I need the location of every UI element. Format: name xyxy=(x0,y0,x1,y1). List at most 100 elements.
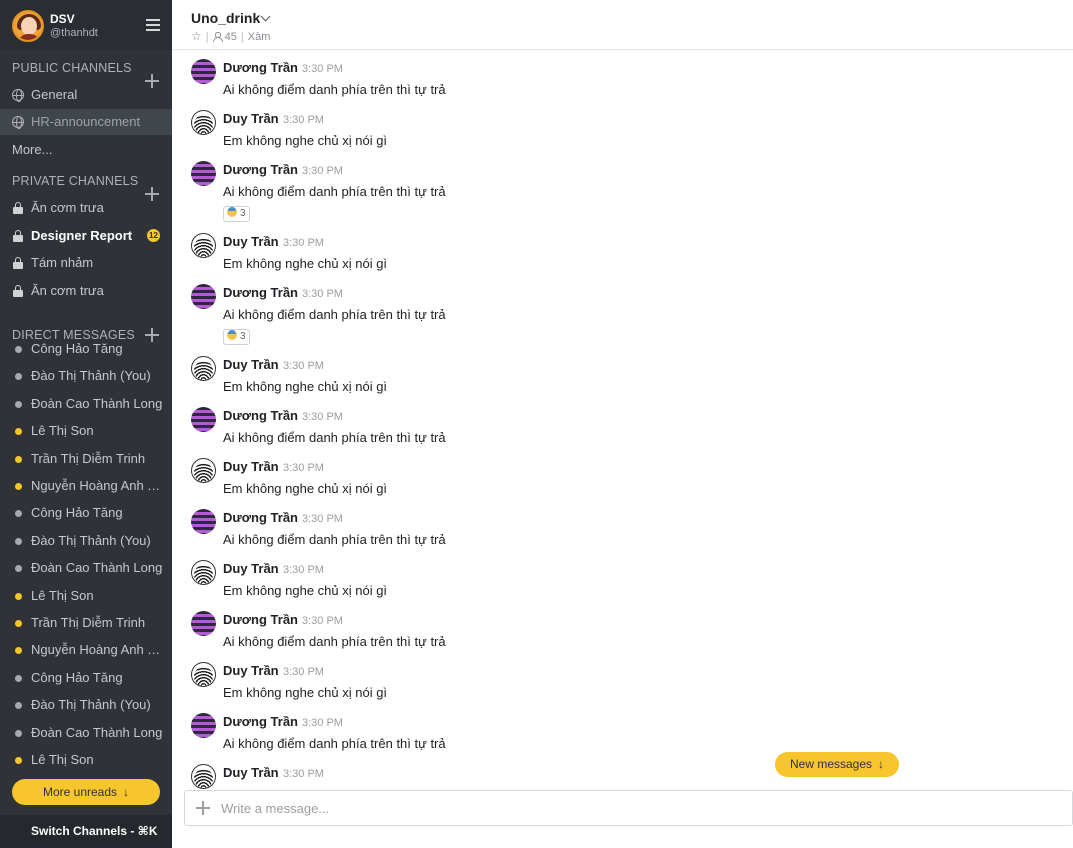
message-text: Ai không điểm danh phía trên thì tự trả xyxy=(223,634,446,649)
avatar[interactable] xyxy=(12,10,44,42)
sidebar-item-label: Trần Thị Diễm Trinh xyxy=(31,615,146,630)
sidebar-item-dm[interactable]: Công Hảo Tăng xyxy=(0,336,172,362)
user-avatar[interactable] xyxy=(191,110,216,135)
message-time[interactable]: 3:30 PM xyxy=(302,411,343,423)
sidebar-item-general[interactable]: General xyxy=(0,82,172,108)
sidebar-item-hr-announcement[interactable]: HR-announcement xyxy=(0,109,172,135)
message-author[interactable]: Dương Trần xyxy=(223,285,298,300)
message-time[interactable]: 3:30 PM xyxy=(302,63,343,75)
sidebar-item-dm[interactable]: Trần Thị Diễm Trinh xyxy=(0,610,172,636)
message-time[interactable]: 3:30 PM xyxy=(283,462,324,474)
message-time[interactable]: 3:30 PM xyxy=(283,768,324,780)
sidebar-item-dm[interactable]: Đoàn Cao Thành Long xyxy=(0,720,172,746)
sidebar-item-dm[interactable]: Công Hảo Tăng xyxy=(0,500,172,526)
user-avatar[interactable] xyxy=(191,161,216,186)
sidebar-item-dm[interactable]: Đào Thị Thảnh (You) xyxy=(0,363,172,389)
new-messages-button[interactable]: New messages ↓ xyxy=(775,752,899,777)
sidebar-item-dm[interactable]: Đào Thị Thảnh (You) xyxy=(0,528,172,554)
message-author[interactable]: Duy Trần xyxy=(223,234,279,249)
user-avatar[interactable] xyxy=(191,713,216,738)
sidebar-item-dm[interactable]: Nguyễn Hoàng Anh T... xyxy=(0,473,172,499)
globe-icon xyxy=(12,89,24,102)
channel-name[interactable]: Uno_drink xyxy=(191,10,260,26)
message-input[interactable] xyxy=(221,798,1061,818)
message-author[interactable]: Dương Trần xyxy=(223,408,298,423)
star-icon[interactable]: ☆ xyxy=(191,29,202,43)
sidebar-header: DSV @thanhdt xyxy=(0,0,172,50)
sidebar-item-dm[interactable]: Công Hảo Tăng xyxy=(0,665,172,691)
sidebar-item-private[interactable]: Ăn cơm trưa xyxy=(0,278,172,304)
message-author[interactable]: Duy Trần xyxy=(223,663,279,678)
message-time[interactable]: 3:30 PM xyxy=(302,165,343,177)
member-icon[interactable] xyxy=(212,32,223,42)
message-author[interactable]: Dương Trần xyxy=(223,612,298,627)
message-text: Em không nghe chủ xị nói gì xyxy=(223,685,388,700)
user-avatar[interactable] xyxy=(191,233,216,258)
message-time[interactable]: 3:30 PM xyxy=(283,666,324,678)
message-time[interactable]: 3:30 PM xyxy=(302,615,343,627)
message-composer xyxy=(184,790,1073,826)
more-unreads-button[interactable]: More unreads ↓ xyxy=(12,779,160,805)
sidebar-item-designer-report[interactable]: Designer Report 12 xyxy=(0,223,172,249)
sidebar-item-private[interactable]: Tám nhảm xyxy=(0,250,172,276)
message-author[interactable]: Dương Trần xyxy=(223,714,298,729)
more-channels-link[interactable]: More... xyxy=(0,137,172,163)
sidebar-item-dm[interactable]: Đoàn Cao Thành Long xyxy=(0,391,172,417)
sidebar-item-dm[interactable]: Đào Thị Thảnh (You) xyxy=(0,692,172,718)
sidebar-item-dm[interactable]: Lê Thị Son xyxy=(0,747,172,773)
reaction-button[interactable]: 3 xyxy=(223,329,250,345)
user-avatar[interactable] xyxy=(191,662,216,687)
sidebar-item-dm[interactable]: Nguyễn Hoàng Anh T... xyxy=(0,637,172,663)
user-avatar[interactable] xyxy=(191,284,216,309)
member-count[interactable]: 45 xyxy=(225,31,237,43)
message-author[interactable]: Duy Trần xyxy=(223,111,279,126)
message-text: Ai không điểm danh phía trên thì tự trả xyxy=(223,430,446,445)
message-time[interactable]: 3:30 PM xyxy=(302,513,343,525)
status-dot-icon xyxy=(15,346,22,353)
user-avatar[interactable] xyxy=(191,59,216,84)
message-time[interactable]: 3:30 PM xyxy=(283,237,324,249)
message-text: Em không nghe chủ xị nói gì xyxy=(223,583,388,598)
message-author[interactable]: Dương Trần xyxy=(223,60,298,75)
sidebar-item-dm[interactable]: Lê Thị Son xyxy=(0,418,172,444)
attach-plus-icon[interactable] xyxy=(196,801,210,815)
sidebar-item-dm[interactable]: Trần Thị Diễm Trinh xyxy=(0,446,172,472)
user-avatar[interactable] xyxy=(191,407,216,432)
user-avatar[interactable] xyxy=(191,611,216,636)
message-time[interactable]: 3:30 PM xyxy=(283,114,324,126)
message-author[interactable]: Duy Trần xyxy=(223,357,279,372)
sidebar-item-private[interactable]: Ăn cơm trưa xyxy=(0,195,172,221)
message-time[interactable]: 3:30 PM xyxy=(283,564,324,576)
message-author[interactable]: Duy Trần xyxy=(223,765,279,780)
user-avatar[interactable] xyxy=(191,764,216,789)
private-channels-title: PRIVATE CHANNELS xyxy=(12,174,139,188)
message-author[interactable]: Duy Trần xyxy=(223,459,279,474)
sidebar-item-label: Designer Report xyxy=(31,228,133,243)
sidebar-item-label: Đoàn Cao Thành Long xyxy=(31,560,163,575)
message-author[interactable]: Dương Trần xyxy=(223,162,298,177)
lock-icon xyxy=(13,285,23,297)
channel-purpose: Xàm xyxy=(247,31,271,43)
message-text: Em không nghe chủ xị nói gì xyxy=(223,133,388,148)
reaction-button[interactable]: 3 xyxy=(223,206,250,222)
hamburger-menu-icon[interactable] xyxy=(146,19,160,31)
message-author[interactable]: Dương Trần xyxy=(223,510,298,525)
sidebar-item-dm[interactable]: Đoàn Cao Thành Long xyxy=(0,555,172,581)
globe-icon xyxy=(12,116,24,129)
more-channels-label: More... xyxy=(12,142,53,157)
sidebar-item-dm[interactable]: Lê Thị Son xyxy=(0,583,172,609)
message-time[interactable]: 3:30 PM xyxy=(283,360,324,372)
message-time[interactable]: 3:30 PM xyxy=(302,717,343,729)
user-avatar[interactable] xyxy=(191,509,216,534)
message-text: Em không nghe chủ xị nói gì xyxy=(223,256,388,271)
switch-channels-button[interactable]: Switch Channels - ⌘K xyxy=(0,815,172,848)
message-text: Em không nghe chủ xị nói gì xyxy=(223,379,388,394)
user-avatar[interactable] xyxy=(191,458,216,483)
message-time[interactable]: 3:30 PM xyxy=(302,288,343,300)
lock-icon xyxy=(13,257,23,269)
chevron-down-icon[interactable] xyxy=(260,12,270,22)
status-dot-icon xyxy=(15,730,22,737)
user-avatar[interactable] xyxy=(191,560,216,585)
message-author[interactable]: Duy Trần xyxy=(223,561,279,576)
user-avatar[interactable] xyxy=(191,356,216,381)
